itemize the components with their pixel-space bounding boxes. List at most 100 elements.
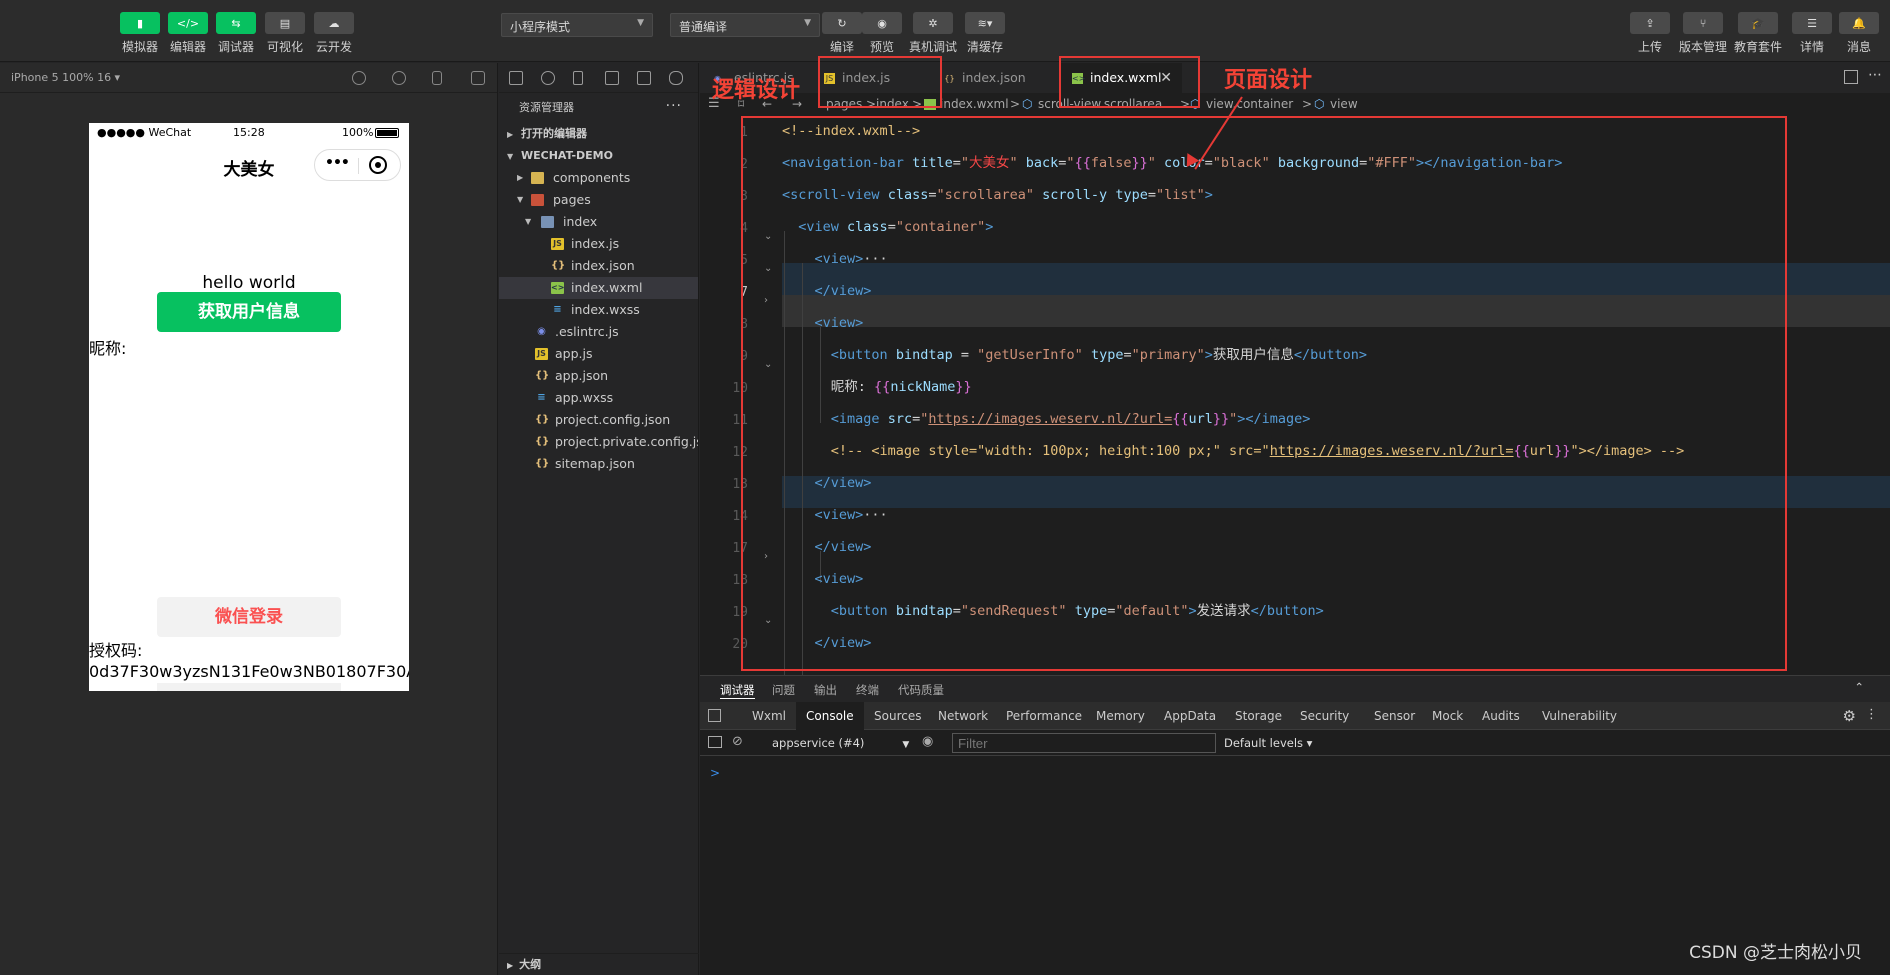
context-select[interactable]: appservice (#4) ▼: [772, 736, 909, 750]
tree-item-components[interactable]: ▶ components: [499, 167, 698, 189]
docker-icon[interactable]: [669, 71, 683, 85]
gear-icon[interactable]: ⚙: [1843, 707, 1856, 725]
outline-section[interactable]: ▶ 大纲: [499, 953, 699, 975]
wxss-file-icon: ≡: [553, 304, 562, 315]
tree-item-app-js[interactable]: JS app.js: [499, 343, 698, 365]
rotate-icon[interactable]: [352, 71, 366, 85]
device-select[interactable]: iPhone 5 100% 16 ▾: [11, 71, 120, 84]
source-control-icon[interactable]: [573, 71, 583, 85]
tree-item-index-wxss[interactable]: ≡ index.wxss: [499, 299, 698, 321]
js-file-icon: JS: [551, 238, 564, 250]
more-dots-icon[interactable]: •••: [325, 155, 350, 171]
caret-down-icon: ▼: [637, 18, 644, 28]
extensions-icon[interactable]: [605, 71, 619, 85]
kebab-icon[interactable]: ⋮: [1865, 707, 1878, 722]
console-filter-input[interactable]: [952, 733, 1216, 753]
phone-icon: ▮: [120, 12, 160, 34]
more-icon[interactable]: ···: [666, 91, 682, 121]
simulator-toggle-button[interactable]: ▮ 模拟器: [114, 12, 166, 55]
send-request-button[interactable]: [157, 683, 341, 691]
clear-console-icon[interactable]: ⊘: [732, 734, 743, 749]
devtab-vulnerability[interactable]: Vulnerability: [1532, 702, 1627, 730]
tree-item-sitemap[interactable]: {} sitemap.json: [499, 453, 698, 475]
bell-icon: 🔔: [1839, 12, 1879, 34]
phone-icon[interactable]: [432, 71, 442, 85]
watermark: CSDN @芝士肉松小贝: [1689, 943, 1862, 963]
devtab-wxml[interactable]: Wxml: [742, 702, 796, 730]
clear-cache-button[interactable]: ≋▾ 清缓存: [959, 12, 1011, 55]
console-prompt[interactable]: >: [710, 766, 720, 780]
devtab-audits[interactable]: Audits: [1472, 702, 1530, 730]
layers-icon: ≋▾: [965, 12, 1005, 34]
details-button[interactable]: ☰ 详情: [1786, 12, 1838, 55]
cloud-icon: ☁: [314, 12, 354, 34]
tree-item-app-json[interactable]: {} app.json: [499, 365, 698, 387]
debug-icon[interactable]: [637, 71, 651, 85]
preview-button[interactable]: ◉ 预览: [856, 12, 908, 55]
tab-debugger[interactable]: 调试器: [720, 682, 755, 699]
devtab-performance[interactable]: Performance: [996, 702, 1092, 730]
upload-button[interactable]: ⇪ 上传: [1624, 12, 1676, 55]
record-icon[interactable]: [392, 71, 406, 85]
tab-index-json[interactable]: {} index.json: [932, 63, 1052, 93]
tab-code-quality[interactable]: 代码质量: [898, 682, 944, 698]
bug-icon: ✲: [913, 12, 953, 34]
tab-problems[interactable]: 问题: [772, 682, 795, 698]
messages-button[interactable]: 🔔 消息: [1833, 12, 1885, 55]
status-bar: ●●●●● WeChat 15:28 100%: [89, 123, 409, 143]
tree-item-eslintrc[interactable]: ◉ .eslintrc.js: [499, 321, 698, 343]
devtab-memory[interactable]: Memory: [1086, 702, 1155, 730]
json-file-icon: {}: [551, 260, 566, 271]
eye-icon[interactable]: ◉: [922, 734, 933, 749]
devtab-console[interactable]: Console: [796, 702, 864, 730]
split-editor-icon[interactable]: [1844, 70, 1858, 84]
tree-item-pages[interactable]: ▼ pages: [499, 189, 698, 211]
chevron-up-icon[interactable]: ⌃: [1854, 680, 1864, 694]
version-button[interactable]: ⑂ 版本管理: [1677, 12, 1729, 55]
tree-item-index-json[interactable]: {} index.json: [499, 255, 698, 277]
folder-icon: [531, 172, 544, 184]
inspect-icon[interactable]: [708, 709, 721, 722]
caret-down-icon: ▼: [804, 18, 811, 28]
annotation-logic-label: 逻辑设计: [712, 78, 801, 103]
get-userinfo-button[interactable]: 获取用户信息: [157, 292, 341, 332]
education-button[interactable]: 🎓 教育套件: [1732, 12, 1784, 55]
devtab-appdata[interactable]: AppData: [1154, 702, 1226, 730]
tab-output[interactable]: 输出: [814, 682, 837, 698]
tree-item-project-private-config[interactable]: {}project.private.config.js...: [499, 431, 698, 453]
remote-debug-button[interactable]: ✲ 真机调试: [907, 12, 959, 55]
tab-terminal[interactable]: 终端: [856, 682, 879, 698]
visual-button[interactable]: ▤ 可视化: [259, 12, 311, 55]
tree-item-app-wxss[interactable]: ≡ app.wxss: [499, 387, 698, 409]
devtab-storage[interactable]: Storage: [1225, 702, 1292, 730]
auth-code-text: 授权码: 0d37F30w3yzsN131Fe0w3NB01807F30A: [89, 641, 409, 681]
devtab-network[interactable]: Network: [928, 702, 998, 730]
files-icon[interactable]: [509, 71, 523, 85]
devtab-sensor[interactable]: Sensor: [1364, 702, 1425, 730]
tree-item-project-config[interactable]: {} project.config.json: [499, 409, 698, 431]
tree-item-index-js[interactable]: JS index.js: [499, 233, 698, 255]
debugger-toggle-button[interactable]: ⇆ 调试器: [210, 12, 262, 55]
editor-toggle-button[interactable]: </> 编辑器: [162, 12, 214, 55]
devtab-sources[interactable]: Sources: [864, 702, 931, 730]
folder-icon: [531, 194, 544, 206]
tree-item-index-folder[interactable]: ▼ index: [499, 211, 698, 233]
project-section[interactable]: ▼ WECHAT-DEMO: [499, 145, 698, 167]
graduation-cap-icon: 🎓: [1738, 12, 1778, 34]
devtab-security[interactable]: Security: [1290, 702, 1359, 730]
detach-icon[interactable]: [471, 71, 485, 85]
chevron-down-icon: ▼: [525, 217, 532, 226]
tree-item-index-wxml[interactable]: <> index.wxml: [499, 277, 698, 299]
close-target-icon[interactable]: [369, 156, 387, 174]
sidebar-toggle-icon[interactable]: [708, 736, 722, 748]
open-editors-section[interactable]: ▶ 打开的编辑器: [499, 123, 698, 145]
mode-select[interactable]: 小程序模式 ▼: [501, 13, 653, 37]
compile-select[interactable]: 普通编译 ▼: [670, 13, 820, 37]
search-icon[interactable]: [541, 71, 555, 85]
devtab-mock[interactable]: Mock: [1422, 702, 1473, 730]
capsule-menu[interactable]: •••: [314, 149, 401, 181]
log-levels-select[interactable]: Default levels ▾: [1224, 736, 1312, 750]
more-icon[interactable]: ⋯: [1868, 67, 1882, 83]
wechat-login-button[interactable]: 微信登录: [157, 597, 341, 637]
cloud-button[interactable]: ☁ 云开发: [308, 12, 360, 55]
